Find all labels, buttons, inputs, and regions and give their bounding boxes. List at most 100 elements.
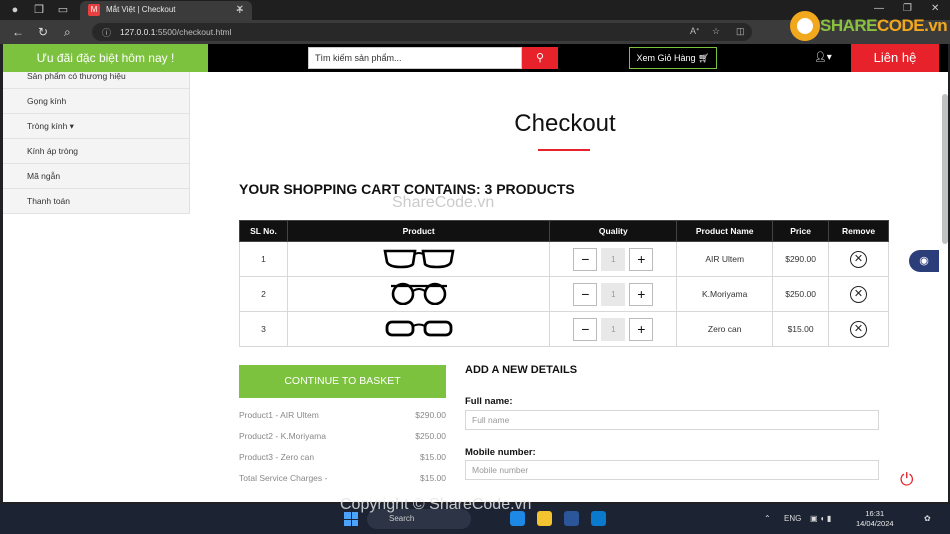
favicon-icon: M xyxy=(88,4,100,16)
quantity-value[interactable]: 1 xyxy=(601,247,626,271)
windows-start-icon[interactable] xyxy=(344,512,358,526)
tray-overflow-icon[interactable]: ⌃ xyxy=(764,514,771,523)
summary-row: Product2 - K.Moriyama $250.00 xyxy=(239,431,446,441)
site-info-icon[interactable]: ⓘ xyxy=(102,26,111,39)
language-indicator[interactable]: ENG xyxy=(784,514,801,523)
maximize-icon[interactable]: ❐ xyxy=(903,3,912,14)
contact-button[interactable]: Liên hệ xyxy=(851,44,939,72)
page-title: Checkout xyxy=(514,110,616,137)
details-heading: ADD A NEW DETAILS xyxy=(465,364,578,376)
word-icon[interactable] xyxy=(564,511,579,526)
table-row: 2 − 1 + K.Moriyama $250.00 ✕ xyxy=(239,276,889,312)
product-price: $15.00 xyxy=(772,311,830,347)
row-number: 2 xyxy=(239,276,288,312)
address-bar[interactable]: ⓘ 127.0.0.1:5500/checkout.html Aᐩ ☆ ◫ xyxy=(92,23,752,41)
continue-to-basket-button[interactable]: CONTINUE TO BASKET xyxy=(239,365,446,398)
product-image xyxy=(286,241,551,277)
decrease-qty-button[interactable]: − xyxy=(573,282,598,306)
summary-row: Product1 - AIR Ultem $290.00 xyxy=(239,410,446,420)
new-tab-icon[interactable]: + xyxy=(236,2,244,17)
product-name: Zero can xyxy=(676,311,774,347)
cart-icon: 🛒︎ xyxy=(698,53,710,63)
view-cart-button[interactable]: Xem Giỏ Hàng 🛒︎ xyxy=(629,47,717,69)
column-header: Quality xyxy=(549,220,678,242)
row-number: 3 xyxy=(239,311,288,347)
chat-widget-icon[interactable]: ◉ xyxy=(909,250,939,272)
sidebar-menu: Sản phẩm có thương hiệu Gọng kính Tròng … xyxy=(3,72,190,214)
row-number: 1 xyxy=(239,241,288,277)
column-header: Product xyxy=(286,220,551,242)
product-price: $250.00 xyxy=(772,276,830,312)
sidebar-item-payment[interactable]: Thanh toán xyxy=(3,189,189,214)
product-image xyxy=(286,311,551,347)
column-header: Price xyxy=(772,220,830,242)
decrease-qty-button[interactable]: − xyxy=(573,317,598,341)
summary-row: Total Service Charges - $15.00 xyxy=(239,473,446,483)
quantity-value[interactable]: 1 xyxy=(601,282,626,306)
search-button[interactable]: ⚲ xyxy=(522,47,558,69)
mobile-number-label: Mobile number: xyxy=(465,447,536,458)
sidebar-item-frames[interactable]: Gọng kính xyxy=(3,89,189,114)
user-menu-icon[interactable]: 👤︎▾ xyxy=(814,52,832,63)
summary-amount: $250.00 xyxy=(415,431,446,441)
search-icon[interactable]: ⌕ xyxy=(64,25,71,40)
url-text: 127.0.0.1:5500/checkout.html xyxy=(120,27,232,37)
file-explorer-icon[interactable] xyxy=(537,511,552,526)
glasses-icon xyxy=(385,320,453,337)
product-image xyxy=(286,276,551,312)
favorite-star-icon[interactable]: ☆ xyxy=(712,26,720,37)
sidebar-item-short-code[interactable]: Mã ngẫn xyxy=(3,164,189,189)
minimize-icon[interactable]: — xyxy=(874,3,884,14)
vscode-icon[interactable] xyxy=(591,511,606,526)
glasses-icon xyxy=(390,282,447,306)
product-name: AIR Ultem xyxy=(676,241,774,277)
system-tray-icons[interactable]: ▣ ◖ ▮ xyxy=(810,514,831,523)
notifications-icon[interactable]: ✿ xyxy=(924,514,931,523)
increase-qty-button[interactable]: + xyxy=(629,317,654,341)
search-input[interactable]: Tìm kiếm sản phẩm... xyxy=(308,47,522,69)
full-name-label: Full name: xyxy=(465,396,513,407)
quantity-value[interactable]: 1 xyxy=(601,317,626,341)
back-icon[interactable]: ← xyxy=(12,25,24,39)
mobile-number-input[interactable]: Mobile number xyxy=(465,460,879,480)
site-header: Ưu đãi đặc biệt hôm nay ! Tìm kiếm sản p… xyxy=(3,44,948,72)
increase-qty-button[interactable]: + xyxy=(629,282,654,306)
tab-actions-icon[interactable]: ▭ xyxy=(56,3,70,17)
column-header: SL No. xyxy=(239,220,288,242)
table-row: 3 − 1 + Zero can $15.00 ✕ xyxy=(239,311,889,347)
read-aloud-icon[interactable]: Aᐩ xyxy=(690,26,700,37)
decrease-qty-button[interactable]: − xyxy=(573,247,598,271)
summary-amount: $15.00 xyxy=(420,473,446,483)
sidebar-item-contact-lenses[interactable]: Kính áp tròng xyxy=(3,139,189,164)
logo-mark-icon xyxy=(790,11,820,41)
watermark-copyright: Copyright © ShareCode.vn xyxy=(340,496,532,513)
power-icon[interactable]: ⏻ xyxy=(900,470,913,490)
profile-icon[interactable]: ● xyxy=(8,3,22,17)
search-icon: ⚲ xyxy=(535,52,545,64)
increase-qty-button[interactable]: + xyxy=(629,247,654,271)
remove-item-icon[interactable]: ✕ xyxy=(850,250,868,268)
column-header: Product Name xyxy=(676,220,774,242)
close-window-icon[interactable]: ✕ xyxy=(931,3,939,14)
cart-table: SL No. Product Quality Product Name Pric… xyxy=(239,220,889,347)
full-name-input[interactable]: Full name xyxy=(465,410,879,430)
workspaces-icon[interactable]: ❒ xyxy=(32,3,46,17)
quantity-stepper: − 1 + xyxy=(549,241,678,277)
table-row: 1 − 1 + AIR Ultem $290.00 ✕ xyxy=(239,241,889,277)
tab-checkout[interactable]: M Mắt Việt | Checkout ✕ xyxy=(80,1,252,20)
summary-label: Product1 - AIR Ultem xyxy=(239,410,319,420)
product-name: K.Moriyama xyxy=(676,276,774,312)
page-scrollbar[interactable] xyxy=(942,94,948,244)
split-screen-icon[interactable]: ◫ xyxy=(736,26,745,37)
remove-item-icon[interactable]: ✕ xyxy=(850,320,868,338)
summary-label: Total Service Charges - xyxy=(239,473,328,483)
page-viewport: Ưu đãi đặc biệt hôm nay ! Tìm kiếm sản p… xyxy=(3,44,948,502)
sidebar-item-brands[interactable]: Sản phẩm có thương hiệu xyxy=(3,72,189,89)
column-header: Remove xyxy=(828,220,889,242)
product-price: $290.00 xyxy=(772,241,830,277)
reload-icon[interactable]: ↻ xyxy=(38,25,48,39)
remove-item-icon[interactable]: ✕ xyxy=(850,285,868,303)
promo-banner[interactable]: Ưu đãi đặc biệt hôm nay ! xyxy=(3,44,208,72)
taskbar-clock[interactable]: 16:31 14/04/2024 xyxy=(856,509,894,529)
sidebar-item-lenses[interactable]: Tròng kính ▾ xyxy=(3,114,189,139)
